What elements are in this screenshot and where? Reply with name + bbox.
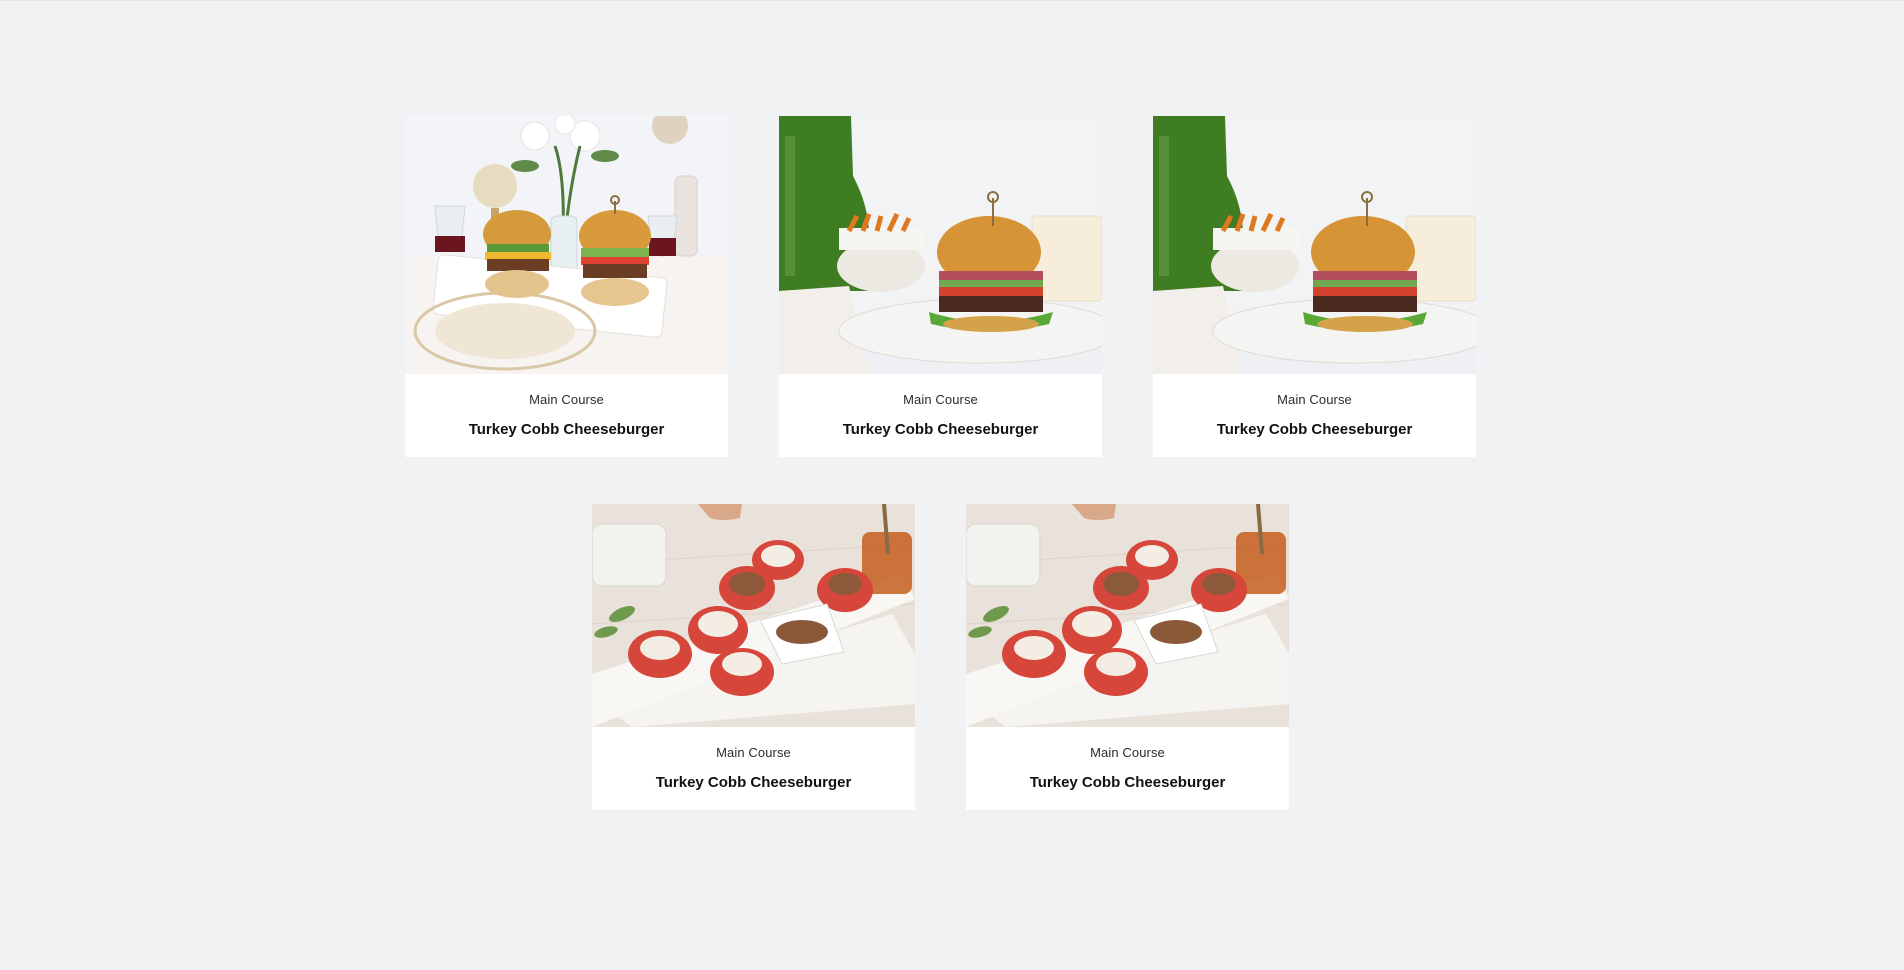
recipe-category: Main Course	[1277, 392, 1352, 407]
recipe-category: Main Course	[716, 745, 791, 760]
recipe-title[interactable]: Turkey Cobb Cheeseburger	[469, 421, 665, 438]
recipe-category: Main Course	[529, 392, 604, 407]
recipe-image-two-burgers[interactable]	[405, 116, 728, 374]
recipe-image-burger-plate[interactable]	[779, 116, 1102, 374]
recipe-card-body: Main Course Turkey Cobb Cheeseburger	[405, 374, 728, 457]
recipe-title[interactable]: Turkey Cobb Cheeseburger	[843, 421, 1039, 438]
recipe-card[interactable]: Main Course Turkey Cobb Cheeseburger	[779, 116, 1102, 457]
recipe-card[interactable]: Main Course Turkey Cobb Cheeseburger	[405, 116, 728, 457]
recipe-title[interactable]: Turkey Cobb Cheeseburger	[1217, 421, 1413, 438]
recipe-card[interactable]: Main Course Turkey Cobb Cheeseburger	[966, 504, 1289, 810]
recipe-card[interactable]: Main Course Turkey Cobb Cheeseburger	[592, 504, 915, 810]
recipe-card-body: Main Course Turkey Cobb Cheeseburger	[779, 374, 1102, 457]
recipe-image-grilled-peaches[interactable]	[592, 504, 915, 727]
recipe-image-burger-plate[interactable]	[1153, 116, 1476, 374]
recipe-card-body: Main Course Turkey Cobb Cheeseburger	[1153, 374, 1476, 457]
recipe-card-body: Main Course Turkey Cobb Cheeseburger	[966, 727, 1289, 810]
recipe-title[interactable]: Turkey Cobb Cheeseburger	[1030, 774, 1226, 791]
recipe-title[interactable]: Turkey Cobb Cheeseburger	[656, 774, 852, 791]
recipe-category: Main Course	[1090, 745, 1165, 760]
recipe-category: Main Course	[903, 392, 978, 407]
recipe-image-grilled-peaches[interactable]	[966, 504, 1289, 727]
recipe-card-body: Main Course Turkey Cobb Cheeseburger	[592, 727, 915, 810]
top-divider	[0, 0, 1904, 1]
recipe-card[interactable]: Main Course Turkey Cobb Cheeseburger	[1153, 116, 1476, 457]
